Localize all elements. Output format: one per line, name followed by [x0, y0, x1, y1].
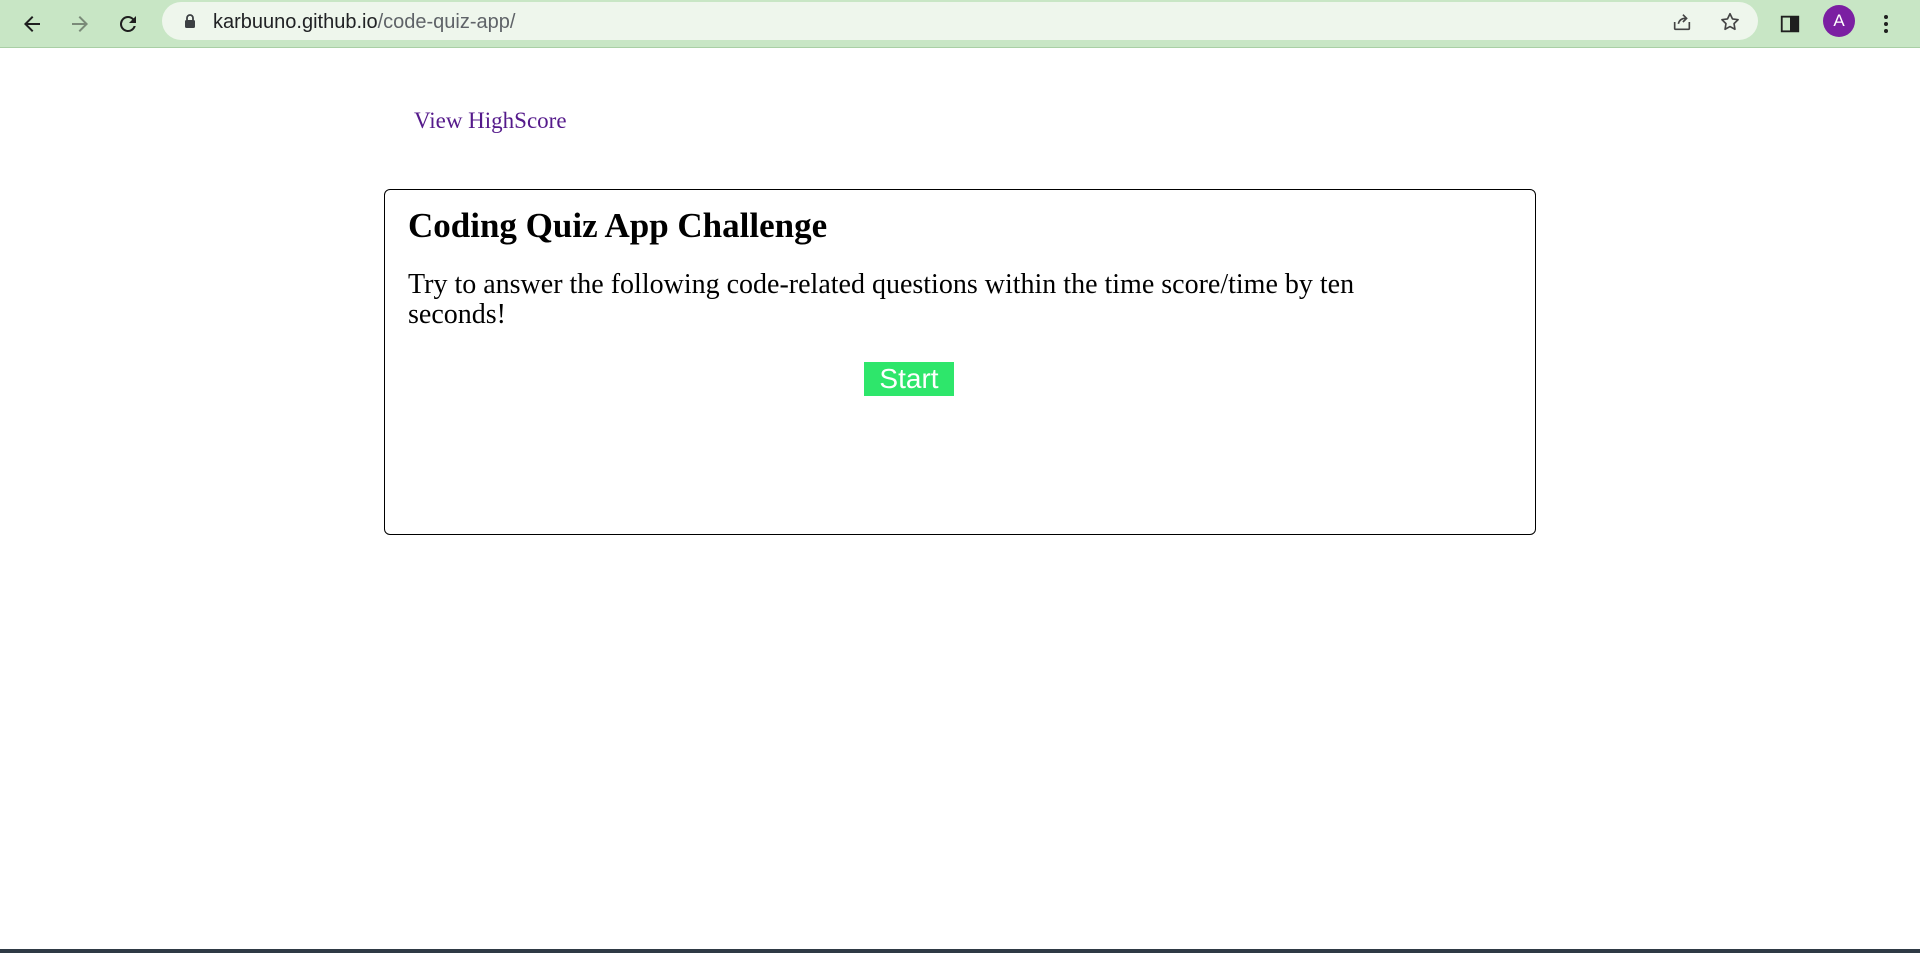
url-domain: karbuuno.github.io	[213, 11, 378, 33]
reload-icon	[119, 15, 136, 32]
bottom-edge	[0, 949, 1920, 953]
bookmark-button[interactable]	[1716, 8, 1744, 36]
star-icon	[1721, 12, 1739, 31]
share-icon	[1673, 14, 1691, 31]
avatar[interactable]: A	[1823, 5, 1855, 37]
avatar-letter: A	[1833, 11, 1845, 30]
start-button[interactable]: Start	[864, 362, 954, 396]
share-button[interactable]	[1668, 8, 1696, 36]
arrow-right-icon	[72, 16, 88, 32]
page-title: Coding Quiz App Challenge	[408, 206, 828, 245]
quiz-card: Coding Quiz App Challenge Try to answer …	[384, 189, 1536, 535]
quiz-description: Try to answer the following code-related…	[408, 269, 1355, 330]
lock-icon	[185, 14, 195, 28]
url-text[interactable]: karbuuno.github.io/code-quiz-app/	[213, 11, 515, 34]
address-bar[interactable]: karbuuno.github.io/code-quiz-app/	[162, 2, 1758, 40]
side-panel-icon	[1780, 15, 1800, 33]
forward-button[interactable]	[62, 6, 98, 42]
arrow-left-icon	[24, 16, 40, 32]
reload-button[interactable]	[110, 6, 146, 42]
side-panel-button[interactable]	[1772, 6, 1808, 42]
url-path: /code-quiz-app/	[377, 11, 516, 33]
kebab-menu-icon	[1884, 15, 1888, 33]
browser-toolbar: karbuuno.github.io/code-quiz-app/ A	[0, 0, 1920, 48]
view-highscore-link[interactable]: View HighScore	[414, 108, 567, 134]
browser-menu-button[interactable]	[1868, 6, 1904, 42]
back-button[interactable]	[14, 6, 50, 42]
